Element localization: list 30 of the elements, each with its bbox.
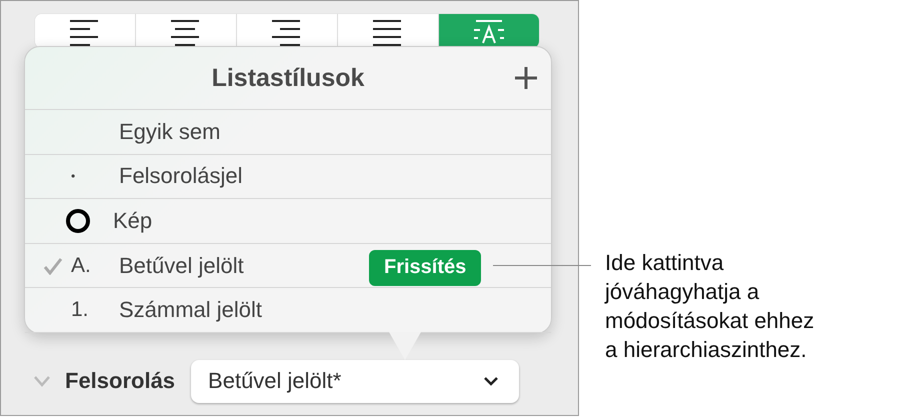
list-marker: A. <box>71 254 91 278</box>
alignment-button[interactable] <box>337 14 438 48</box>
callout-text: Ide kattintva jóváhagyhatja a módosításokat ehhez a hierarchiaszinthez. <box>605 249 814 364</box>
item-label: Felsorolásjel <box>119 163 242 190</box>
list-style-item[interactable]: Kép <box>25 199 551 244</box>
list-style-item[interactable]: Egyik sem <box>25 110 551 155</box>
align-left-icon <box>70 20 100 46</box>
section-label: Felsorolás <box>65 368 176 394</box>
alignment-button[interactable] <box>236 14 337 48</box>
list-style-item[interactable]: A. Betűvel jelölt Frissítés <box>25 244 551 288</box>
chevron-down-icon <box>483 376 500 386</box>
popover-title: Listastílusok <box>212 64 364 92</box>
align-right-icon <box>272 20 302 46</box>
list-style-item[interactable]: 1. Számmal jelölt <box>25 288 551 333</box>
list-style-icon <box>474 20 504 46</box>
align-justify-icon <box>373 20 403 46</box>
bullet-marker: • <box>71 169 76 184</box>
item-label: Kép <box>113 208 152 234</box>
item-label: Számmal jelölt <box>119 297 262 324</box>
add-icon[interactable] <box>515 67 537 89</box>
item-label: Betűvel jelölt <box>119 252 244 279</box>
list-marker: 1. <box>71 298 89 322</box>
align-center-icon <box>171 20 201 46</box>
alignment-button[interactable] <box>135 14 236 48</box>
list-style-item[interactable]: • Felsorolásjel <box>25 154 551 200</box>
style-dropdown[interactable]: Betűvel jelölt* <box>191 360 520 402</box>
popover-arrow <box>389 332 421 360</box>
item-label: Egyik sem <box>119 118 220 145</box>
alignment-button[interactable] <box>35 14 135 48</box>
circle-icon <box>65 208 91 234</box>
